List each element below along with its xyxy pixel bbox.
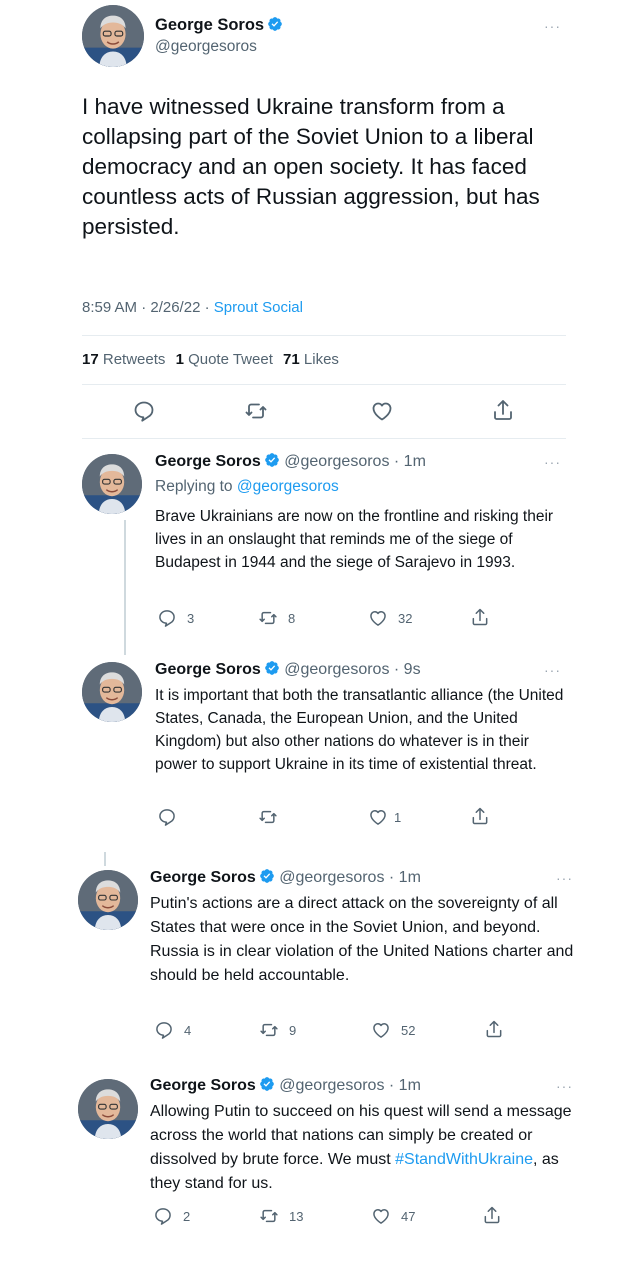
reply-text: It is important that both the transatlan… xyxy=(155,687,564,773)
retweet-icon xyxy=(258,807,278,827)
retweet-button[interactable] xyxy=(258,807,288,827)
tweet-text: I have witnessed Ukraine transform from … xyxy=(82,94,540,239)
reply-text: Brave Ukrainians are now on the frontlin… xyxy=(155,508,554,571)
tweet-stats: 17 Retweets 1 Quote Tweet 71 Likes xyxy=(82,351,345,368)
verified-badge-icon xyxy=(264,660,280,676)
reply-button[interactable] xyxy=(157,807,187,827)
reply-text: Putin's actions are a direct attack on t… xyxy=(150,895,574,984)
like-button[interactable]: 47 xyxy=(371,1206,415,1226)
reply-author[interactable]: George Soros @georgesoros · 1m xyxy=(155,452,426,471)
verified-badge-icon xyxy=(267,16,283,32)
avatar-image xyxy=(82,5,144,67)
reply-button[interactable]: 2 xyxy=(153,1206,190,1226)
share-button[interactable] xyxy=(482,1205,502,1225)
more-options-icon[interactable]: ··· xyxy=(544,454,561,470)
mention-link[interactable]: @georgesoros xyxy=(237,478,339,495)
reply-icon xyxy=(157,608,177,628)
reply-handle-time: @georgesoros · 9s xyxy=(284,661,421,678)
heart-icon xyxy=(371,1020,391,1040)
divider xyxy=(82,335,566,336)
retweet-button[interactable]: 9 xyxy=(259,1020,296,1040)
share-button[interactable] xyxy=(470,607,490,627)
more-options-icon[interactable]: ··· xyxy=(556,1078,573,1094)
divider xyxy=(82,438,566,439)
reply-button[interactable]: 4 xyxy=(154,1020,191,1040)
reply-author[interactable]: George Soros @georgesoros · 1m xyxy=(150,868,421,887)
tweet-source-link[interactable]: Sprout Social xyxy=(214,299,303,316)
retweet-icon xyxy=(258,608,278,628)
likes-stat[interactable]: 71 Likes xyxy=(283,351,339,368)
verified-badge-icon xyxy=(264,452,280,468)
retweet-icon xyxy=(259,1206,279,1226)
heart-icon xyxy=(371,1206,391,1226)
like-button[interactable]: 1 xyxy=(368,807,401,827)
verified-badge-icon xyxy=(259,868,275,884)
reply-avatar[interactable] xyxy=(82,454,142,514)
reply-icon xyxy=(153,1206,173,1226)
share-button[interactable] xyxy=(484,1019,504,1039)
author-handle[interactable]: @georgesoros xyxy=(155,38,257,56)
more-options-icon[interactable]: ··· xyxy=(556,870,573,886)
share-icon xyxy=(482,1205,502,1225)
retweet-button[interactable]: 8 xyxy=(258,608,295,628)
heart-icon xyxy=(370,399,394,423)
share-button[interactable] xyxy=(491,398,515,422)
heart-icon xyxy=(368,807,388,827)
reply-icon xyxy=(154,1020,174,1040)
retweet-icon xyxy=(259,1020,279,1040)
share-icon xyxy=(491,398,515,422)
reply-handle-time: @georgesoros · 1m xyxy=(284,453,426,470)
retweets-stat[interactable]: 17 Retweets xyxy=(82,351,165,368)
author-avatar[interactable] xyxy=(82,5,144,67)
avatar-image xyxy=(78,870,138,930)
reply-icon xyxy=(157,807,177,827)
tweet-time[interactable]: 8:59 AM · 2/26/22 · xyxy=(82,299,214,316)
reply-author[interactable]: George Soros @georgesoros · 9s xyxy=(155,660,421,679)
reply-text: Allowing Putin to succeed on his quest w… xyxy=(150,1103,572,1192)
share-icon xyxy=(484,1019,504,1039)
author-name[interactable]: George Soros xyxy=(155,16,283,35)
more-options-icon[interactable]: ··· xyxy=(544,662,561,678)
reply-icon xyxy=(132,399,156,423)
quote-tweets-stat[interactable]: 1 Quote Tweet xyxy=(176,351,273,368)
reply-button[interactable]: 3 xyxy=(157,608,194,628)
reply-handle-time: @georgesoros · 1m xyxy=(279,1077,421,1094)
retweet-button[interactable]: 13 xyxy=(259,1206,303,1226)
reply-avatar[interactable] xyxy=(82,662,142,722)
share-icon xyxy=(470,806,490,826)
avatar-image xyxy=(78,1079,138,1139)
retweet-button[interactable] xyxy=(244,399,268,423)
divider xyxy=(82,384,566,385)
share-button[interactable] xyxy=(470,806,490,826)
more-options-icon[interactable]: ··· xyxy=(544,18,561,34)
reply-button[interactable] xyxy=(132,399,156,423)
heart-icon xyxy=(368,608,388,628)
like-button[interactable]: 32 xyxy=(368,608,412,628)
replying-to: Replying to @georgesoros xyxy=(155,478,339,495)
avatar-image xyxy=(82,662,142,722)
reply-avatar[interactable] xyxy=(78,870,138,930)
reply-handle-time: @georgesoros · 1m xyxy=(279,869,421,886)
retweet-icon xyxy=(244,399,268,423)
hashtag-link[interactable]: #StandWithUkraine xyxy=(395,1151,533,1168)
thread-line xyxy=(124,520,126,655)
avatar-image xyxy=(82,454,142,514)
like-button[interactable] xyxy=(370,399,394,423)
reply-avatar[interactable] xyxy=(78,1079,138,1139)
tweet-timestamp: 8:59 AM · 2/26/22 · Sprout Social xyxy=(82,299,303,316)
share-icon xyxy=(470,607,490,627)
verified-badge-icon xyxy=(259,1076,275,1092)
thread-line xyxy=(104,852,106,866)
like-button[interactable]: 52 xyxy=(371,1020,415,1040)
reply-author[interactable]: George Soros @georgesoros · 1m xyxy=(150,1076,421,1095)
